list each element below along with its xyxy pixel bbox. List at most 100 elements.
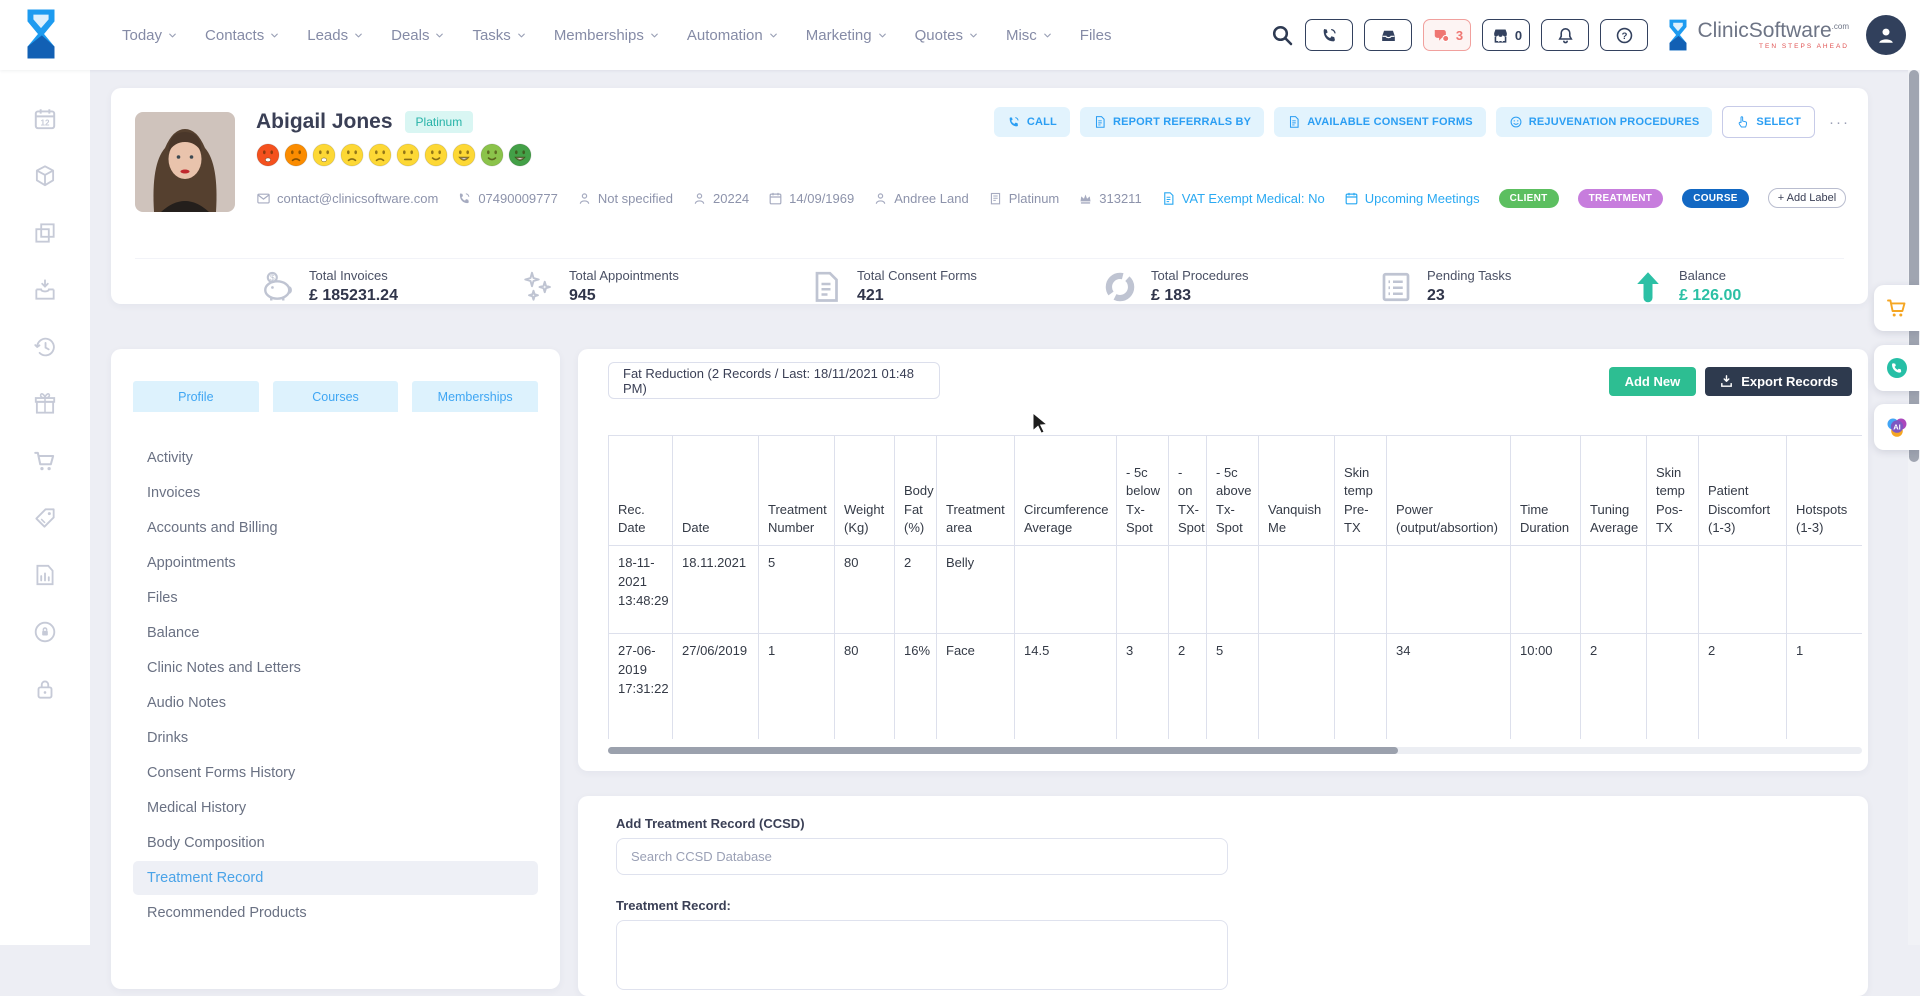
floating-ai-tab[interactable] [1874, 404, 1920, 450]
rail-history-icon[interactable] [32, 334, 58, 360]
sidebar-item-audio-notes[interactable]: Audio Notes [133, 686, 538, 720]
sidebar-item-body-composition[interactable]: Body Composition [133, 826, 538, 860]
mood-icon-8[interactable] [452, 143, 476, 167]
sidebar-item-files[interactable]: Files [133, 581, 538, 615]
mood-icon-5[interactable] [368, 143, 392, 167]
rejuvenation-procedures-button[interactable]: REJUVENATION PROCEDURES [1496, 107, 1713, 137]
table-row[interactable]: 18-11-2021 13:48:2918.11.20215802Belly [609, 546, 1863, 634]
nav-item-automation[interactable]: Automation [687, 27, 779, 44]
select-button[interactable]: SELECT [1722, 106, 1815, 138]
stat-pending-tasks: Pending Tasks23 [1378, 268, 1511, 305]
notifications-button[interactable] [1541, 19, 1589, 51]
rail-basket-in-icon[interactable] [32, 277, 58, 303]
nav-item-files[interactable]: Files [1080, 27, 1112, 44]
sidebar-item-treatment-record[interactable]: Treatment Record [133, 861, 538, 895]
horizontal-scrollbar-thumb[interactable] [608, 747, 1398, 754]
tab-memberships[interactable]: Memberships [412, 381, 538, 412]
rail-chart-report-icon[interactable] [32, 562, 58, 588]
page-scrollbar[interactable] [1908, 70, 1920, 945]
floating-phone-tab[interactable] [1874, 345, 1920, 391]
sidebar-item-appointments[interactable]: Appointments [133, 546, 538, 580]
available-consent-forms-button[interactable]: AVAILABLE CONSENT FORMS [1274, 107, 1486, 137]
mood-icon-10[interactable] [508, 143, 532, 167]
lock-icon [32, 676, 58, 702]
contact-upcoming-meetings[interactable]: Upcoming Meetings [1344, 191, 1480, 206]
nav-item-quotes[interactable]: Quotes [915, 27, 979, 44]
help-button[interactable] [1600, 19, 1648, 51]
phone-button[interactable] [1305, 19, 1353, 51]
stat-value: 23 [1427, 287, 1511, 305]
mood-icon-6[interactable] [396, 143, 420, 167]
nav-item-marketing[interactable]: Marketing [806, 27, 888, 44]
treatment-records-table: Rec. DateDateTreatment NumberWeight (Kg)… [608, 435, 1862, 739]
rail-package-icon[interactable] [32, 163, 58, 189]
report-referrals-by-button[interactable]: REPORT REFERRALS BY [1080, 107, 1264, 137]
add-label-button[interactable]: + Add Label [1768, 188, 1846, 208]
export-records-button[interactable]: Export Records [1705, 367, 1852, 396]
rail-lock-icon[interactable] [32, 676, 58, 702]
rail-gift-icon[interactable] [32, 391, 58, 417]
chevron-down-icon [649, 30, 660, 41]
bell-icon [1556, 26, 1575, 45]
rail-tag-icon[interactable] [32, 505, 58, 531]
label-badge-client: CLIENT [1499, 189, 1559, 208]
messages-button[interactable]: 3 [1423, 19, 1471, 51]
horizontal-scrollbar[interactable] [608, 747, 1862, 754]
consent-file-icon [808, 269, 844, 305]
call-button[interactable]: CALL [994, 107, 1070, 137]
sidebar-item-recommended-products[interactable]: Recommended Products [133, 896, 538, 930]
rail-calendar-12-icon[interactable] [32, 106, 58, 132]
nav-item-leads[interactable]: Leads [307, 27, 364, 44]
sidebar-item-drinks[interactable]: Drinks [133, 721, 538, 755]
table-cell [1699, 546, 1787, 634]
sidebar-item-balance[interactable]: Balance [133, 616, 538, 650]
search-icon[interactable] [1270, 23, 1294, 47]
user-avatar[interactable] [1866, 15, 1906, 55]
shop-button[interactable]: 0 [1482, 19, 1530, 51]
nav-item-memberships[interactable]: Memberships [554, 27, 660, 44]
sidebar-item-accounts-and-billing[interactable]: Accounts and Billing [133, 511, 538, 545]
inbox-button[interactable] [1364, 19, 1412, 51]
rail-account-privacy-icon[interactable] [32, 619, 58, 645]
floating-cart-tab[interactable] [1874, 285, 1920, 331]
records-summary-box[interactable]: Fat Reduction (2 Records / Last: 18/11/2… [608, 362, 940, 399]
nav-item-label: Today [122, 27, 162, 44]
contact-text: contact@clinicsoftware.com [277, 191, 438, 206]
sidebar-item-activity[interactable]: Activity [133, 441, 538, 475]
rail-cart-icon[interactable] [32, 448, 58, 474]
rail-copy-icon[interactable] [32, 220, 58, 246]
tab-courses[interactable]: Courses [273, 381, 399, 412]
column-header-power-output-absortion: Power (output/absortion) [1387, 436, 1511, 546]
mood-icon-1[interactable] [256, 143, 280, 167]
phone-icon [457, 191, 472, 206]
table-cell [1169, 546, 1207, 634]
add-new-button[interactable]: Add New [1609, 367, 1697, 396]
sidebar-item-medical-history[interactable]: Medical History [133, 791, 538, 825]
mood-icon-2[interactable] [284, 143, 308, 167]
sidebar-item-clinic-notes-and-letters[interactable]: Clinic Notes and Letters [133, 651, 538, 685]
nav-item-misc[interactable]: Misc [1006, 27, 1053, 44]
contact-vat-exempt-medical-no[interactable]: VAT Exempt Medical: No [1161, 191, 1325, 206]
more-options-button[interactable]: ··· [1825, 114, 1854, 131]
mood-icon-9[interactable] [480, 143, 504, 167]
sidebar-item-invoices[interactable]: Invoices [133, 476, 538, 510]
piggy-bank-icon [260, 269, 296, 305]
mood-icon-7[interactable] [424, 143, 448, 167]
nav-item-deals[interactable]: Deals [391, 27, 445, 44]
stat-value: £ 185231.24 [309, 287, 398, 305]
column-header-skin-temp-pre-tx: Skin temp Pre-TX [1335, 436, 1387, 546]
ccsd-search-input[interactable] [616, 838, 1228, 875]
treatment-record-textarea[interactable] [616, 920, 1228, 990]
nav-item-tasks[interactable]: Tasks [472, 27, 526, 44]
treatment-record-label: Treatment Record: [616, 898, 731, 913]
patient-photo[interactable] [135, 112, 235, 212]
mood-icon-4[interactable] [340, 143, 364, 167]
tab-profile[interactable]: Profile [133, 381, 259, 412]
nav-item-contacts[interactable]: Contacts [205, 27, 280, 44]
mood-icon-3[interactable] [312, 143, 336, 167]
sidebar-item-consent-forms-history[interactable]: Consent Forms History [133, 756, 538, 790]
clinicsoftware-logo-icon[interactable] [20, 7, 62, 61]
crown-icon [1078, 191, 1093, 206]
table-row[interactable]: 27-06-2019 17:31:2227/06/201918016%Face1… [609, 634, 1863, 740]
nav-item-today[interactable]: Today [122, 27, 178, 44]
